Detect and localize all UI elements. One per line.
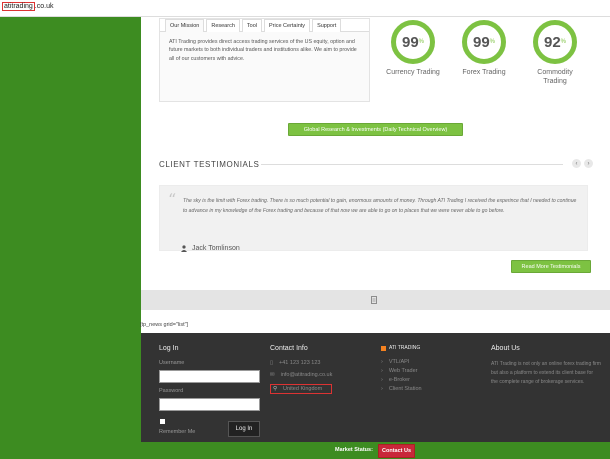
password-label: Password (159, 388, 184, 394)
link-item[interactable]: › e-Broker (381, 377, 422, 383)
main-content: Our Mission Research Tool Price Certaint… (141, 17, 610, 290)
chevron-right-icon[interactable]: › (584, 159, 593, 168)
tab-our-mission[interactable]: Our Mission (165, 19, 205, 32)
market-status-label: Market Status: (335, 447, 373, 453)
stat-label: Currency Trading (386, 69, 440, 76)
arrow-icon: › (381, 359, 383, 365)
chevron-left-icon[interactable]: ‹ (572, 159, 581, 168)
arrow-icon: › (381, 377, 383, 383)
contact-title: Contact Info (270, 345, 308, 352)
progress-ring: 92% (533, 20, 577, 64)
tab-price-certainty[interactable]: Price Certainty (263, 19, 311, 32)
tab-bar: Our Mission Research Tool Price Certaint… (160, 19, 369, 32)
about-title: About Us (491, 345, 520, 352)
tab-tool[interactable]: Tool (241, 19, 262, 32)
testimonial-quote: “ The sky is the limit with Forex tradin… (159, 185, 588, 251)
stat-unit: % (560, 39, 567, 45)
link-item[interactable]: › Client Station (381, 386, 422, 392)
left-background (0, 17, 141, 442)
links-title-row: ATI TRADING (381, 345, 422, 351)
rss-icon (381, 345, 386, 351)
stat-currency-trading: 99% Currency Trading (383, 20, 443, 77)
email-address[interactable]: info@atitrading.co.uk (281, 372, 333, 378)
stat-unit: % (489, 39, 496, 45)
remember-me-label: Remember Me (159, 429, 196, 435)
login-actions: Remember Me Log In (159, 417, 260, 443)
link-label: VTL/API (388, 359, 410, 365)
contact-column: Contact Info ▯ +41 123 123 123 ✉ info@at… (270, 345, 332, 400)
testimonial-author: Jack Tomlinson (181, 245, 240, 252)
progress-ring: 99% (462, 20, 506, 64)
links-column: ATI TRADING › VTL/API › Web Trader › e-Brok… (381, 345, 422, 395)
global-research-button[interactable]: Global Research & Investments (Daily Tec… (288, 123, 463, 136)
domain-rest: .co.uk (34, 3, 54, 10)
address-bar[interactable]: atitrading .co.uk (0, 0, 610, 17)
stat-unit: % (418, 39, 425, 45)
footer: Log In Username Password Remember Me Log… (141, 333, 610, 442)
author-name: Jack Tomlinson (192, 245, 240, 252)
stat-label: Forex Trading (462, 69, 506, 76)
carousel-arrows: ‹ › (572, 159, 593, 168)
map-pin-icon: ⚲ (273, 386, 278, 392)
mission-text: ATI Trading provides direct access tradi… (169, 39, 357, 62)
progress-ring: 99% (391, 20, 435, 64)
tab-research[interactable]: Research (206, 19, 240, 32)
phone-icon: ▯ (270, 360, 274, 366)
envelope-icon: ✉ (270, 372, 275, 378)
location-text: United Kingdom (283, 386, 323, 392)
title-divider (261, 164, 563, 165)
quote-icon: “ (168, 190, 177, 209)
login-column: Log In Username Password Remember Me Log… (159, 345, 260, 443)
grey-strip (141, 290, 610, 310)
document-icon (371, 296, 377, 304)
username-input[interactable] (159, 370, 260, 383)
stat-label: Commodity Trading (537, 69, 573, 85)
location-line: ⚲ United Kingdom (270, 384, 332, 394)
domain-highlight: atitrading (2, 2, 35, 11)
link-item[interactable]: › Web Trader (381, 368, 422, 374)
arrow-icon: › (381, 386, 383, 392)
password-input[interactable] (159, 398, 260, 411)
phone-number: +41 123 123 123 (279, 360, 321, 366)
links-title: ATI TRADING (389, 345, 421, 351)
phone-line: ▯ +41 123 123 123 (270, 360, 332, 366)
login-title: Log In (159, 345, 179, 352)
contact-us-button[interactable]: Contact Us (378, 444, 416, 458)
remember-me-checkbox[interactable] (160, 419, 165, 424)
stat-value: 92 (543, 33, 561, 51)
tab-support[interactable]: Support (312, 19, 342, 32)
username-label: Username (159, 360, 185, 366)
about-text: ATI Trading is not only an online forex … (491, 361, 601, 385)
arrow-icon: › (381, 368, 383, 374)
mission-tab-panel: Our Mission Research Tool Price Certaint… (159, 18, 370, 102)
tp-news-shortcode: [tp_news grid="list"] (140, 310, 610, 333)
quote-text: The sky is the limit with Forex trading.… (183, 198, 577, 214)
login-button[interactable]: Log In (228, 421, 260, 437)
stat-value: 99 (472, 33, 490, 51)
stat-commodity-trading: 92% Commodity Trading (525, 20, 585, 86)
market-status-bar: Market Status: Contact Us (0, 442, 610, 459)
about-column: About Us ATI Trading is not only an onli… (491, 345, 601, 387)
testimonials-title: CLIENT TESTIMONIALS (159, 160, 260, 169)
read-more-testimonials-button[interactable]: Read More Testimonials (511, 260, 591, 273)
link-label: e-Broker (388, 377, 410, 383)
tp-news-text: [tp_news grid="list"] (140, 322, 189, 328)
stat-forex-trading: 99% Forex Trading (454, 20, 514, 77)
link-label: Client Station (388, 386, 422, 392)
stat-value: 99 (401, 33, 419, 51)
link-label: Web Trader (388, 368, 418, 374)
email-line: ✉ info@atitrading.co.uk (270, 372, 332, 378)
link-item[interactable]: › VTL/API (381, 359, 422, 365)
user-icon (181, 245, 187, 252)
